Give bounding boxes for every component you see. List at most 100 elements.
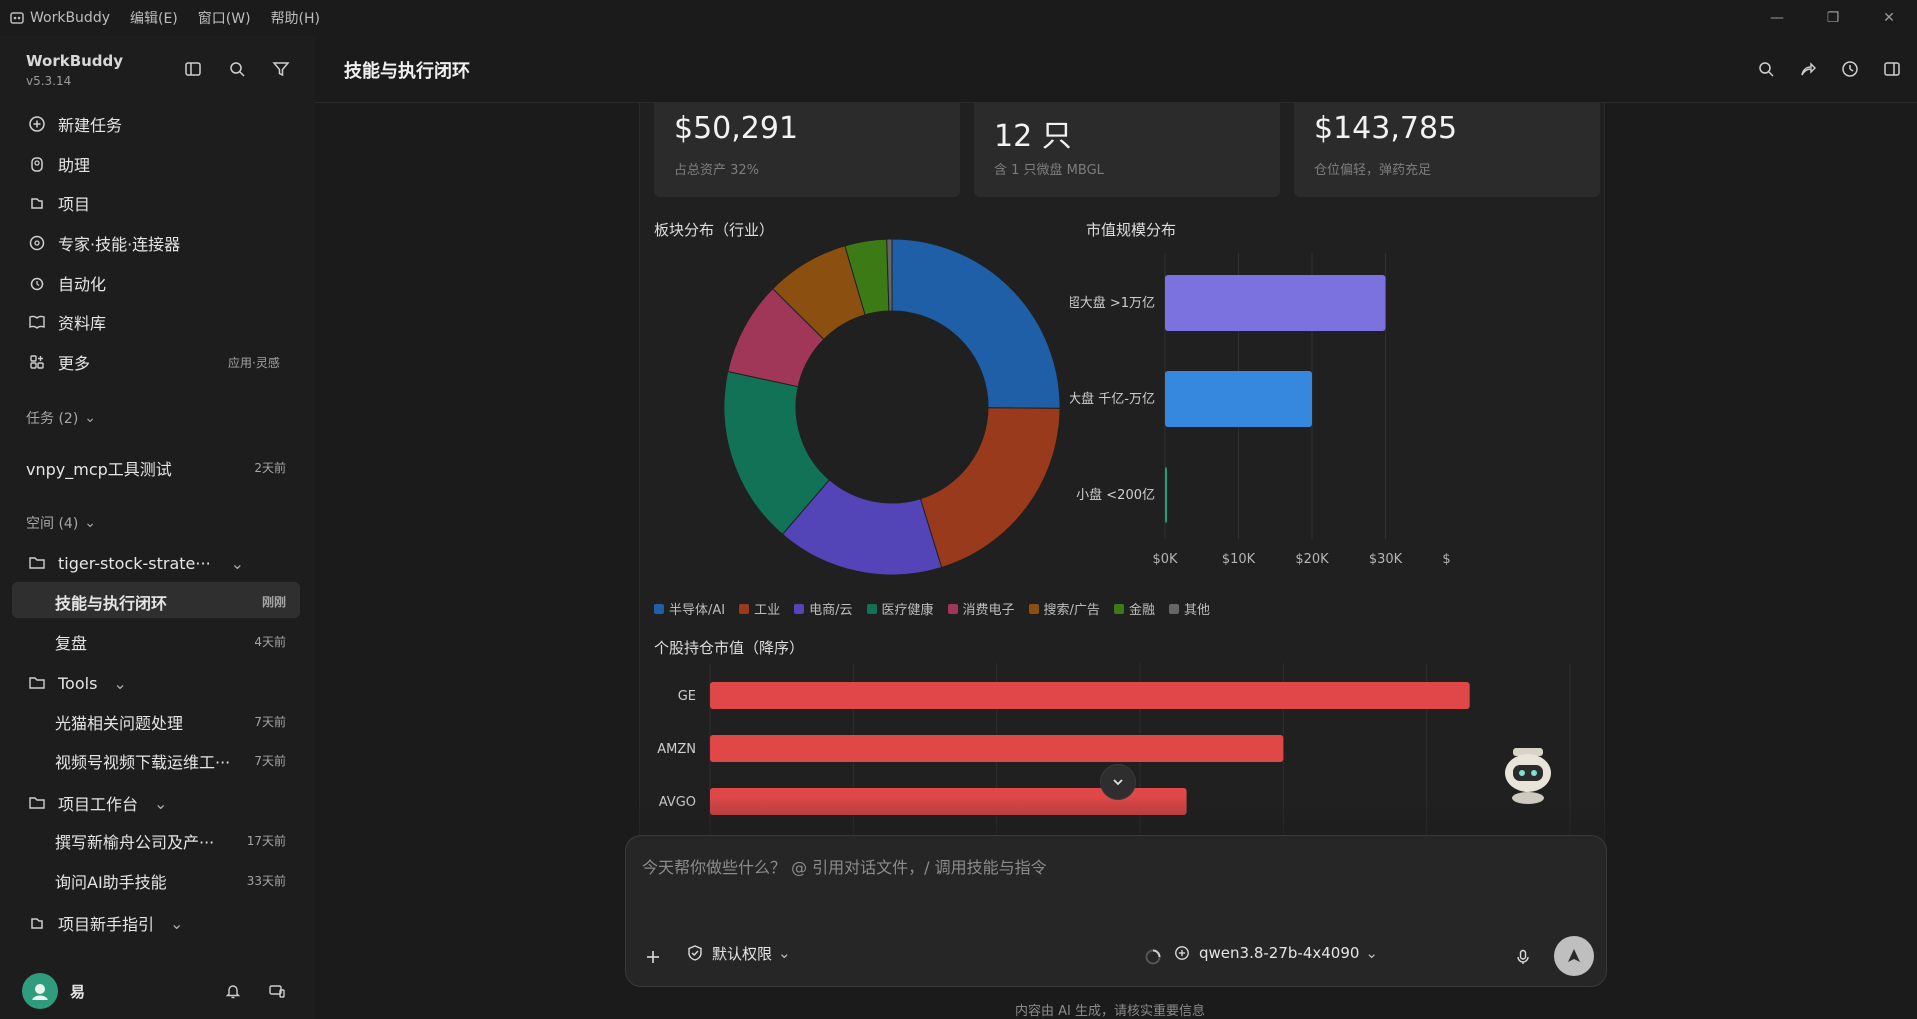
chevron-down-icon: ⌄: [84, 515, 97, 531]
nav-label: 专家·技能·连接器: [58, 235, 181, 254]
spaces-section-header[interactable]: 空间 (4) ⌄: [26, 513, 96, 533]
nav-project[interactable]: 项目: [26, 191, 90, 215]
plus-circle-icon: [26, 113, 48, 135]
search-icon[interactable]: [1755, 58, 1777, 80]
permission-selector[interactable]: 默认权限 ⌄: [684, 942, 791, 964]
menu-window[interactable]: 窗口(W): [198, 8, 251, 28]
space-item[interactable]: 复盘 4天前: [55, 630, 288, 654]
chevron-down-icon: [1113, 779, 1123, 786]
legend-label: 电商/云: [809, 603, 853, 618]
menu-edit[interactable]: 编辑(E): [130, 8, 178, 28]
filter-icon[interactable]: [270, 58, 292, 80]
nav-experts[interactable]: 专家·技能·连接器: [26, 231, 180, 255]
panel-toggle-icon[interactable]: [1881, 58, 1903, 80]
space-item-time: 刚刚: [261, 595, 286, 609]
donut-slice[interactable]: [919, 407, 1061, 569]
holding-bar[interactable]: [710, 682, 1470, 709]
composer-input[interactable]: 今天帮你做些什么？ @ 引用对话文件，/ 调用技能与指令: [642, 854, 1047, 878]
legend-swatch: [866, 603, 877, 614]
ticker-label: AVGO: [659, 795, 696, 810]
task-time: 2天前: [254, 461, 286, 475]
legend-item[interactable]: 医疗健康: [866, 599, 934, 618]
send-button[interactable]: [1554, 936, 1594, 976]
sidebar-app-name: WorkBuddy: [26, 52, 124, 70]
stat-card: 12 只 含 1 只微盘 MBGL: [974, 103, 1280, 197]
space-label: 项目工作台: [58, 795, 139, 814]
space-item[interactable]: 光猫相关问题处理 7天前: [55, 710, 288, 734]
space-item-time: 7天前: [254, 715, 286, 729]
holding-bar[interactable]: [710, 735, 1284, 762]
bell-icon[interactable]: [222, 980, 244, 1002]
book-icon: [26, 311, 48, 333]
composer[interactable]: 今天帮你做些什么？ @ 引用对话文件，/ 调用技能与指令 默认权限 ⌄ qwen…: [625, 835, 1607, 987]
history-icon[interactable]: [1839, 58, 1861, 80]
nav-library[interactable]: 资料库: [26, 310, 106, 334]
nav-assistant[interactable]: 助理: [26, 152, 90, 176]
chevron-down-icon: ⌄: [170, 913, 184, 933]
app-title: WorkBuddy: [10, 10, 110, 26]
permission-label: 默认权限: [712, 944, 773, 963]
legend-swatch: [947, 603, 958, 614]
share-icon[interactable]: [1797, 58, 1819, 80]
user-area[interactable]: 易: [22, 973, 85, 1009]
scroll-down-button[interactable]: [1100, 764, 1136, 800]
folder-icon: [26, 672, 48, 694]
add-attachment-icon[interactable]: [642, 946, 664, 968]
microphone-icon[interactable]: [1512, 946, 1534, 968]
toggle-sidebar-icon[interactable]: [182, 58, 204, 80]
legend-label: 工业: [754, 603, 781, 618]
market-cap-bar[interactable]: [1165, 467, 1167, 523]
minimize-icon[interactable]: —: [1749, 0, 1805, 36]
nav-label: 新建任务: [58, 116, 123, 135]
legend-item[interactable]: 电商/云: [794, 599, 853, 618]
donut-slice[interactable]: [891, 238, 1061, 409]
nav-label: 资料库: [58, 314, 107, 333]
stat-card: $143,785 仓位偏轻，弹药充足: [1294, 103, 1600, 197]
send-arrow-icon: [1568, 949, 1580, 962]
app-logo-icon: [10, 11, 24, 25]
space-folder-tools[interactable]: Tools ⌄: [26, 672, 127, 694]
devices-icon[interactable]: [266, 980, 288, 1002]
legend-label: 半导体/AI: [669, 603, 726, 618]
nav-automation[interactable]: 自动化: [26, 271, 106, 295]
menu-help[interactable]: 帮助(H): [271, 8, 320, 28]
spaces-title: 空间 (4): [26, 516, 79, 532]
space-label: tiger-stock-strate···: [58, 553, 211, 573]
user-name: 易: [70, 982, 86, 1001]
space-folder-tiger[interactable]: tiger-stock-strate··· ⌄: [26, 552, 244, 574]
model-selector[interactable]: qwen3.8-27b-4x4090 ⌄: [1171, 942, 1378, 964]
mascot-robot-icon[interactable]: [1495, 738, 1565, 808]
stat-card: $50,291 占总资产 32%: [654, 103, 960, 197]
search-icon[interactable]: [226, 58, 248, 80]
task-item[interactable]: vnpy_mcp工具测试 2天前: [26, 456, 288, 480]
space-item-label: 撰写新榆舟公司及产···: [55, 833, 215, 852]
sector-donut-chart: [723, 238, 1061, 576]
restore-icon[interactable]: ❐: [1805, 0, 1861, 36]
space-item[interactable]: 撰写新榆舟公司及产··· 17天前: [55, 829, 288, 853]
sidebar: WorkBuddy v5.3.14 新建任务 助理 项目 专家·技能·连接器 自…: [0, 36, 315, 1019]
shield-check-icon: [684, 942, 706, 964]
y-category-label: 超大盘 >1万亿: [1070, 295, 1155, 311]
space-item[interactable]: 视频号视频下载运维工··· 7天前: [55, 749, 288, 773]
close-icon[interactable]: ✕: [1861, 0, 1917, 36]
legend-item[interactable]: 半导体/AI: [654, 599, 725, 618]
market-cap-bar-chart: $0K $10K $20K $30K $40K 超大盘 >1万亿大盘 千亿-万亿小盘 <2…: [1070, 253, 1450, 567]
x-tick-label: $30K: [1369, 552, 1403, 567]
market-cap-bar[interactable]: [1165, 371, 1312, 427]
x-tick-label: $40K: [1442, 552, 1450, 567]
tasks-section-header[interactable]: 任务 (2) ⌄: [26, 408, 96, 428]
nav-label: 更多: [58, 354, 91, 373]
avatar[interactable]: [22, 973, 58, 1009]
title-bar: WorkBuddy 编辑(E) 窗口(W) 帮助(H) — ❐ ✕: [0, 0, 1917, 36]
nav-new-task[interactable]: 新建任务: [26, 112, 122, 136]
market-cap-bar[interactable]: [1165, 275, 1386, 331]
space-item-active[interactable]: 技能与执行闭环 刚刚: [55, 590, 288, 614]
space-folder-workbench[interactable]: 项目工作台 ⌄: [26, 791, 167, 815]
app-version: v5.3.14: [26, 74, 72, 88]
legend-item[interactable]: 消费电子: [947, 599, 1015, 618]
space-item[interactable]: 询问AI助手技能 33天前: [55, 869, 288, 893]
legend-item[interactable]: 工业: [739, 599, 780, 618]
guide-item[interactable]: 项目新手指引 ⌄: [26, 911, 183, 935]
chevron-down-icon: ⌄: [154, 793, 168, 813]
nav-more[interactable]: 更多 应用·灵感: [26, 350, 288, 374]
